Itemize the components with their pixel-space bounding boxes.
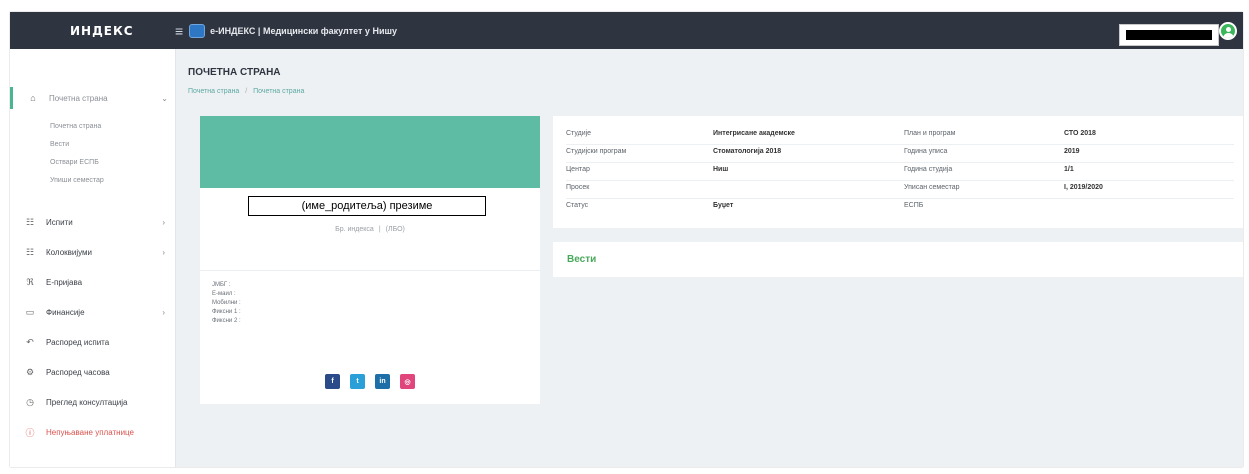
alert-icon: ⓘ [25, 427, 35, 438]
sidebar-item-label: Преглед консултација [46, 397, 128, 407]
student-info-card: Студије Интегрисане академске План и про… [553, 116, 1243, 228]
info-row: Студијски програм Стоматологија 2018 Год… [566, 148, 1243, 160]
sidebar-item-colloquia[interactable]: ☷ Колоквијуми › [10, 241, 175, 263]
profile-banner [200, 116, 540, 188]
info-label: План и програм [904, 130, 956, 137]
home-icon: ⌂ [30, 93, 36, 103]
info-label: Уписан семестар [904, 184, 960, 191]
clock-icon: ◷ [26, 396, 34, 407]
student-name: (име_родитеља) презиме [248, 196, 486, 216]
facebook-icon[interactable]: f [325, 374, 340, 389]
info-row: Просек Уписан семестар I, 2019/2020 [566, 184, 1243, 196]
sidebar-item-class-schedule[interactable]: ⚙ Распоред часова [10, 361, 175, 383]
index-number-line: Бр. индекса | (ЛБО) [200, 226, 540, 233]
contact-info: ЈМБГ : Е-маил : Мобилни : Фиксни 1 : Фик… [212, 281, 241, 326]
sidebar-item-unfilled-payments[interactable]: ⓘ Непуњаване уплатнице [10, 421, 175, 443]
sidebar-item-finances[interactable]: ▭ Финансије › [10, 301, 175, 323]
info-label: Година студија [904, 166, 953, 173]
linkedin-icon[interactable]: in [375, 374, 390, 389]
sidebar: ⌂ Почетна страна ⌄ Почетна страна Вести … [10, 49, 176, 467]
sidebar-item-home[interactable]: ⌂ Почетна страна ⌄ [10, 87, 178, 109]
list-icon: ☷ [25, 216, 35, 227]
sidebar-item-label: Распоред испита [46, 337, 110, 347]
info-label: Студије [566, 130, 592, 137]
phone-2-label: Фиксни 2 : [212, 318, 241, 324]
gear-icon: ⚙ [25, 366, 35, 377]
row-divider [566, 198, 1234, 199]
mobile-label: Мобилни : [212, 300, 241, 306]
redacted-username [1126, 30, 1212, 40]
info-label: Статус [566, 202, 589, 209]
sidebar-subitem-enroll-semester[interactable]: Упиши семестар [50, 177, 104, 184]
faculty-crest-icon [189, 23, 206, 38]
index-value: (ЛБО) [385, 226, 405, 233]
news-card: Вести [553, 242, 1243, 277]
sidebar-item-label: Распоред часова [46, 367, 110, 377]
sidebar-item-e-registration[interactable]: ℜ Е-пријава [10, 271, 175, 293]
info-value: СТО 2018 [1064, 130, 1096, 137]
user-name-box[interactable] [1119, 24, 1219, 46]
info-value: Буџет [713, 202, 734, 209]
chevron-right-icon: › [162, 217, 165, 227]
sidebar-subitem-espb[interactable]: Оствари ЕСПБ [50, 159, 99, 166]
sidebar-item-exam-schedule[interactable]: ↶ Распоред испита [10, 331, 175, 353]
email-label: Е-маил : [212, 291, 236, 297]
info-row: Статус Буџет ЕСПБ [566, 202, 1243, 214]
row-divider [566, 162, 1234, 163]
sidebar-subitem-news[interactable]: Вести [50, 141, 69, 148]
row-divider [566, 180, 1234, 181]
info-value: I, 2019/2020 [1064, 184, 1103, 191]
info-label: Центар [566, 166, 590, 173]
sidebar-item-label: Финансије [46, 307, 85, 317]
profile-divider [200, 270, 540, 271]
sidebar-item-label: Непуњаване уплатнице [46, 427, 134, 437]
chevron-right-icon: › [162, 247, 165, 257]
menu-toggle-icon[interactable]: ≡ [175, 23, 183, 39]
sidebar-item-label: Испити [46, 217, 73, 227]
app-logo[interactable]: ИНДЕКС [10, 24, 175, 38]
profile-card: (име_родитеља) презиме Бр. индекса | (ЛБО)… [200, 116, 540, 404]
breadcrumb-current: Почетна страна [253, 88, 305, 95]
app-frame: ИНДЕКС ≡ е-ИНДЕКС | Медицински факултет … [10, 12, 1243, 467]
info-value: 1/1 [1064, 166, 1074, 173]
news-title[interactable]: Вести [567, 254, 596, 265]
index-separator: | [378, 226, 381, 233]
info-value: Ниш [713, 166, 729, 173]
info-value: Интегрисане академске [713, 130, 795, 137]
sidebar-item-label: Е-пријава [46, 277, 83, 287]
breadcrumb: Почетна страна / Почетна страна [188, 88, 304, 95]
app-title: е-ИНДЕКС | Медицински факултет у Нишу [210, 25, 397, 36]
wallet-icon: ▭ [25, 306, 35, 317]
index-label: Бр. индекса [335, 226, 374, 233]
jmbg-label: ЈМБГ : [212, 282, 231, 288]
info-value: 2019 [1064, 148, 1080, 155]
social-links: f t in ◎ [200, 374, 540, 389]
page-title: ПОЧЕТНА СТРАНА [188, 67, 281, 78]
twitter-icon[interactable]: t [350, 374, 365, 389]
info-row: Студије Интегрисане академске План и про… [566, 130, 1243, 142]
undo-icon: ↶ [26, 336, 34, 347]
top-bar: ИНДЕКС ≡ е-ИНДЕКС | Медицински факултет … [10, 12, 1243, 49]
sidebar-item-consultations[interactable]: ◷ Преглед консултација [10, 391, 175, 413]
list-icon: ☷ [25, 246, 35, 257]
rss-icon: ℜ [26, 276, 34, 287]
info-value: Стоматологија 2018 [713, 148, 782, 155]
sidebar-item-label: Колоквијуми [46, 247, 93, 257]
breadcrumb-link-home[interactable]: Почетна страна [188, 88, 239, 95]
breadcrumb-separator: / [245, 88, 248, 95]
sidebar-item-label: Почетна страна [49, 93, 108, 103]
info-row: Центар Ниш Година студија 1/1 [566, 166, 1243, 178]
row-divider [566, 144, 1234, 145]
info-label: Просек [566, 184, 590, 191]
info-label: ЕСПБ [904, 202, 924, 209]
instagram-icon[interactable]: ◎ [400, 374, 415, 389]
info-label: Студијски програм [566, 148, 627, 155]
chevron-right-icon: › [162, 307, 165, 317]
phone-1-label: Фиксни 1 : [212, 309, 241, 315]
info-label: Година уписа [904, 148, 948, 155]
sidebar-subitem-home[interactable]: Почетна страна [50, 123, 101, 130]
chevron-down-icon: ⌄ [161, 93, 168, 103]
sidebar-item-exams[interactable]: ☷ Испити › [10, 211, 175, 233]
user-avatar-icon[interactable] [1219, 22, 1237, 40]
